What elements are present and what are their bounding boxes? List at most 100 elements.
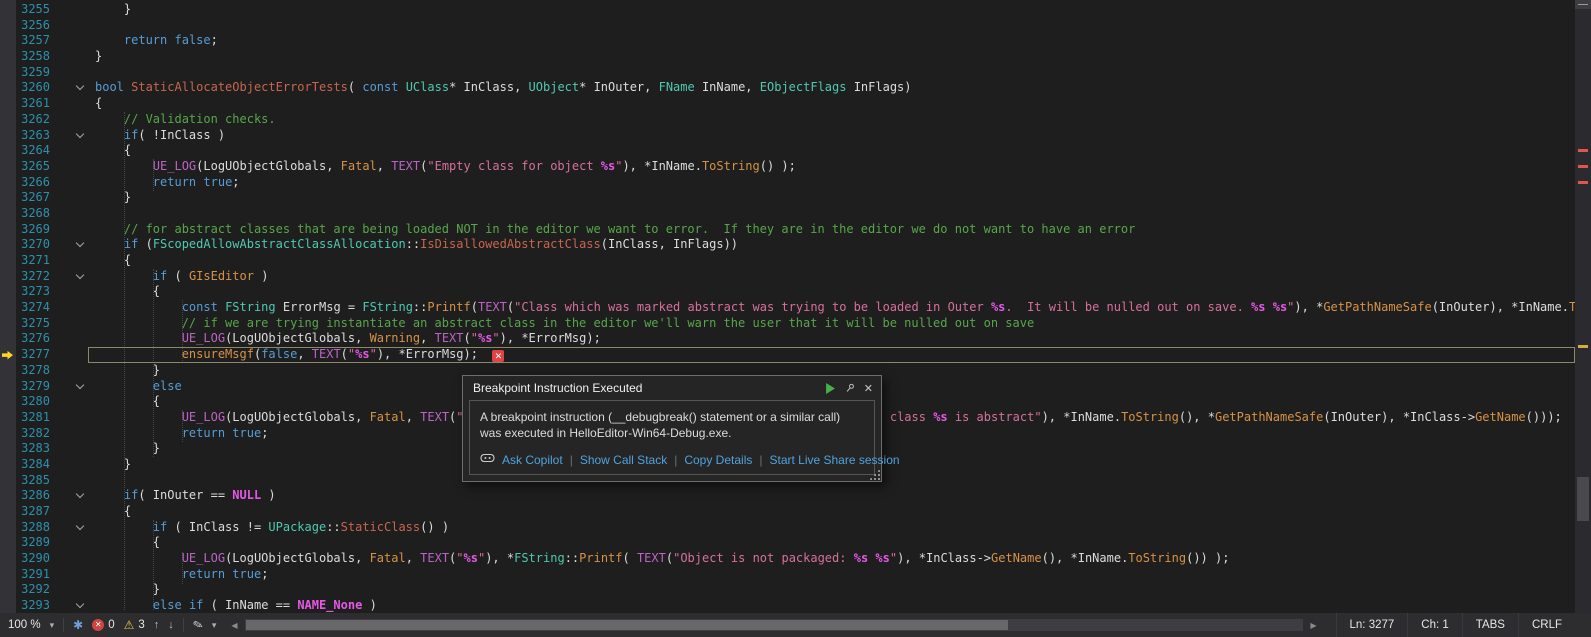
scroll-right-button[interactable]: ▶ (1305, 621, 1321, 630)
breakpoint-margin-cell[interactable] (0, 49, 16, 65)
breakpoint-margin-cell[interactable] (0, 363, 16, 379)
vertical-scrollbar[interactable] (1575, 9, 1591, 613)
breakpoint-margin-cell[interactable] (0, 237, 16, 253)
code-line[interactable]: 3293 else if ( InName == NAME_None ) (0, 598, 1575, 613)
breakpoint-margin-cell[interactable] (0, 112, 16, 128)
breakpoint-margin-cell[interactable] (0, 520, 16, 536)
code-line[interactable]: 3259 (0, 65, 1575, 81)
code-line[interactable]: 3270 if (FScopedAllowAbstractClassAlloca… (0, 237, 1575, 253)
breakpoint-margin-cell[interactable] (0, 65, 16, 81)
start-live-share-link[interactable]: Start Live Share session (769, 453, 899, 467)
breakpoint-margin-cell[interactable] (0, 535, 16, 551)
code-line[interactable]: 3266 return true; (0, 175, 1575, 191)
breakpoint-margin-cell[interactable] (0, 426, 16, 442)
editor-splitter-handle[interactable] (1575, 0, 1591, 9)
breakpoint-margin-cell[interactable] (0, 394, 16, 410)
breakpoint-margin-cell[interactable] (0, 582, 16, 598)
code-line[interactable]: 3263 if( !InClass ) (0, 128, 1575, 144)
code-line[interactable]: 3260bool StaticAllocateObjectErrorTests(… (0, 80, 1575, 96)
navigate-next-button[interactable]: ↓ (168, 619, 174, 631)
show-call-stack-link[interactable]: Show Call Stack (580, 453, 667, 467)
column-indicator[interactable]: Ch: 1 (1407, 613, 1462, 637)
breakpoint-hit-icon[interactable]: ✕ (492, 350, 504, 362)
code-line[interactable]: 3256 (0, 18, 1575, 34)
fold-chevron-icon[interactable] (72, 269, 88, 285)
code-editor[interactable]: 3255 }32563257 return false;3258}3259326… (0, 0, 1591, 613)
breakpoint-margin-cell[interactable] (0, 284, 16, 300)
fold-chevron-icon[interactable] (72, 520, 88, 536)
code-line[interactable]: 3275 // if we are trying instantiate an … (0, 316, 1575, 332)
code-line[interactable]: 3291 return true; (0, 567, 1575, 583)
code-line[interactable]: 3264 { (0, 143, 1575, 159)
code-line[interactable]: 3268 (0, 206, 1575, 222)
code-line[interactable]: 3271 { (0, 253, 1575, 269)
breakpoint-margin-cell[interactable] (0, 2, 16, 18)
code-cleanup-caret-icon[interactable]: ▾ (212, 620, 217, 631)
eol-indicator[interactable]: CRLF (1518, 613, 1575, 637)
breakpoint-margin-cell[interactable] (0, 269, 16, 285)
health-indicator-icon[interactable]: ✱ (73, 618, 83, 632)
code-line[interactable]: 3261{ (0, 96, 1575, 112)
breakpoint-margin-cell[interactable] (0, 190, 16, 206)
code-line[interactable]: 3292 } (0, 582, 1575, 598)
ask-copilot-link[interactable]: Ask Copilot (502, 453, 563, 467)
code-cleanup-button[interactable]: ✎ (191, 617, 204, 633)
breakpoint-margin-cell[interactable] (0, 331, 16, 347)
breakpoint-margin-cell[interactable] (0, 300, 16, 316)
code-line[interactable]: 3267 } (0, 190, 1575, 206)
code-line[interactable]: 3255 } (0, 2, 1575, 18)
line-indicator[interactable]: Ln: 3277 (1336, 613, 1408, 637)
vertical-scrollbar-thumb[interactable] (1577, 477, 1589, 521)
breakpoint-margin-cell[interactable] (0, 473, 16, 489)
breakpoint-margin-cell[interactable] (0, 567, 16, 583)
pin-button[interactable] (844, 382, 856, 394)
error-count-badge[interactable]: ✕ 0 (92, 619, 114, 631)
code-line[interactable]: 3273 { (0, 284, 1575, 300)
copy-details-link[interactable]: Copy Details (684, 453, 752, 467)
close-icon[interactable]: ✕ (864, 382, 873, 395)
code-line[interactable]: 3290 UE_LOG(LogUObjectGlobals, Fatal, TE… (0, 551, 1575, 567)
zoom-caret-icon[interactable]: ▾ (50, 620, 55, 631)
warning-count-badge[interactable]: ⚠ 3 (124, 619, 145, 631)
fold-chevron-icon[interactable] (72, 488, 88, 504)
breakpoint-margin-cell[interactable] (0, 457, 16, 473)
fold-chevron-icon[interactable] (72, 80, 88, 96)
code-line[interactable]: 3257 return false; (0, 33, 1575, 49)
horizontal-scrollbar-thumb[interactable] (246, 620, 1008, 630)
code-line[interactable]: 3262 // Validation checks. (0, 112, 1575, 128)
breakpoint-margin-cell[interactable] (0, 551, 16, 567)
execution-pointer-margin[interactable] (0, 347, 16, 363)
fold-chevron-icon[interactable] (72, 379, 88, 395)
breakpoint-margin-cell[interactable] (0, 206, 16, 222)
breakpoint-margin-cell[interactable] (0, 316, 16, 332)
breakpoint-margin-cell[interactable] (0, 253, 16, 269)
code-line[interactable]: 3274 const FString ErrorMsg = FString::P… (0, 300, 1575, 316)
breakpoint-margin-cell[interactable] (0, 18, 16, 34)
code-line[interactable]: 3276 UE_LOG(LogUObjectGlobals, Warning, … (0, 331, 1575, 347)
code-line[interactable]: 3258} (0, 49, 1575, 65)
breakpoint-margin-cell[interactable] (0, 175, 16, 191)
breakpoint-margin-cell[interactable] (0, 80, 16, 96)
fold-chevron-icon[interactable] (72, 237, 88, 253)
code-line[interactable]: 3287 { (0, 504, 1575, 520)
breakpoint-margin-cell[interactable] (0, 143, 16, 159)
breakpoint-margin-cell[interactable] (0, 488, 16, 504)
fold-chevron-icon[interactable] (72, 598, 88, 613)
breakpoint-margin-cell[interactable] (0, 96, 16, 112)
breakpoint-margin-cell[interactable] (0, 598, 16, 613)
breakpoint-margin-cell[interactable] (0, 410, 16, 426)
breakpoint-margin-cell[interactable] (0, 222, 16, 238)
horizontal-scrollbar[interactable] (245, 619, 1304, 631)
navigate-previous-button[interactable]: ↑ (154, 619, 160, 631)
code-line[interactable]: 3269 // for abstract classes that are be… (0, 222, 1575, 238)
continue-button[interactable] (825, 383, 836, 394)
fold-chevron-icon[interactable] (72, 128, 88, 144)
breakpoint-margin-cell[interactable] (0, 159, 16, 175)
breakpoint-margin-cell[interactable] (0, 33, 16, 49)
code-line[interactable]: 3272 if ( GIsEditor ) (0, 269, 1575, 285)
breakpoint-margin-cell[interactable] (0, 379, 16, 395)
code-line[interactable]: 3288 if ( InClass != UPackage::StaticCla… (0, 520, 1575, 536)
tabs-indicator[interactable]: TABS (1462, 613, 1518, 637)
code-line[interactable]: 3289 { (0, 535, 1575, 551)
scroll-left-button[interactable]: ◀ (226, 621, 242, 630)
